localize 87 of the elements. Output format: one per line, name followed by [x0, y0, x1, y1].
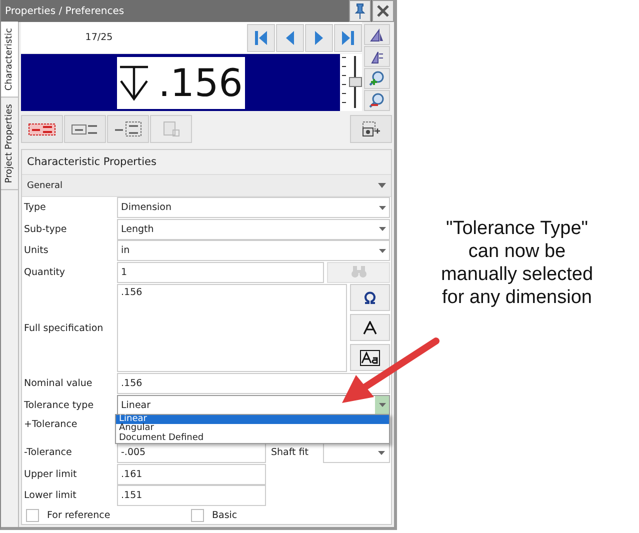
caret-icon: [378, 183, 386, 188]
font-size-button[interactable]: [350, 344, 390, 371]
annotation-text: "Tolerance Type": [445, 217, 589, 240]
field-label: Sub-type: [23, 224, 68, 235]
last-button[interactable]: [334, 24, 362, 52]
rotate-button[interactable]: [364, 24, 390, 45]
slider-thumb[interactable]: [349, 77, 362, 87]
checkbox[interactable]: [191, 508, 204, 522]
first-button[interactable]: [247, 24, 275, 52]
annotation-text: manually selected: [440, 263, 594, 286]
checkbox-label: For reference: [47, 510, 110, 520]
dropdown-field[interactable]: in: [117, 240, 390, 262]
field-label: +Tolerance: [23, 419, 78, 430]
window-title: Properties / Preferences: [4, 6, 126, 16]
caret-icon: [378, 227, 386, 232]
triangle-icon: [369, 26, 385, 42]
field-label: Shaft fit: [270, 447, 310, 458]
pin-button[interactable]: [349, 0, 371, 22]
dropdown-option[interactable]: Document Defined: [116, 434, 389, 443]
pin-icon: [354, 3, 366, 19]
tolerance-format-icon: [114, 121, 142, 137]
first-icon: [254, 30, 268, 46]
dropdown-option[interactable]: Angular: [116, 424, 389, 434]
previous-button[interactable]: [276, 24, 304, 52]
close-icon: [377, 5, 389, 17]
group-header[interactable]: General: [22, 175, 391, 197]
dropdown-field[interactable]: Length: [117, 218, 390, 240]
flip-button[interactable]: [364, 46, 390, 67]
checkbox[interactable]: [26, 508, 39, 522]
field-value: Linear: [121, 400, 151, 411]
format-button[interactable]: [21, 115, 63, 143]
input-field[interactable]: .161: [117, 464, 266, 485]
section-header: Characteristic Properties: [22, 150, 391, 175]
format-button[interactable]: [64, 115, 106, 143]
input-field[interactable]: .156: [117, 373, 390, 394]
omega-icon: [363, 290, 377, 304]
field-label: Full specification: [23, 322, 104, 334]
frame-icon: [161, 120, 181, 138]
capture-button[interactable]: [350, 115, 392, 143]
field-label: Lower limit: [23, 490, 78, 502]
caret-icon: [378, 248, 386, 253]
input-field[interactable]: 1: [117, 262, 324, 283]
dropdown-field[interactable]: Dimension: [117, 197, 390, 218]
preview-value: .156: [158, 64, 243, 102]
close-button[interactable]: [372, 0, 394, 22]
field-value: in: [121, 245, 130, 256]
zoom-out-icon: [369, 92, 385, 108]
field-value: Dimension: [121, 202, 172, 214]
field-label: Type: [23, 202, 47, 214]
symbol-button[interactable]: [350, 284, 390, 311]
dropdown-field[interactable]: [323, 442, 390, 464]
binoculars-icon: [350, 265, 366, 280]
zoom-in-icon: [369, 70, 385, 86]
annotation-text: can now be: [467, 240, 567, 263]
camera-plus-icon: [361, 120, 381, 138]
text-area[interactable]: .156: [117, 284, 347, 372]
dropdown-field[interactable]: Linear: [117, 394, 390, 416]
side-tab[interactable]: Characteristic: [1, 22, 18, 98]
right-arrow-icon: [314, 30, 324, 46]
field-label: Tolerance type: [23, 400, 95, 411]
tolerance-format-icon: [28, 121, 56, 137]
field-label: Quantity: [23, 266, 66, 278]
field-label: Units: [23, 245, 50, 256]
checkbox-label: Basic: [212, 510, 238, 520]
font-button[interactable]: [350, 314, 390, 341]
group-label: General: [27, 180, 62, 190]
caret-icon: [378, 450, 385, 455]
field-label: Upper limit: [23, 468, 78, 480]
zoom-out-button[interactable]: [364, 90, 390, 111]
next-button[interactable]: [305, 24, 333, 52]
field-label: -Tolerance: [23, 447, 73, 458]
left-arrow-icon: [285, 30, 295, 46]
depth-symbol-icon: [118, 64, 150, 100]
caret-icon: [378, 206, 386, 210]
annotation-text: for any dimension: [441, 286, 593, 309]
letters-icon: [360, 350, 380, 366]
dropdown-option[interactable]: Linear: [116, 414, 389, 424]
page-counter: 17/25: [84, 32, 114, 43]
input-field[interactable]: -.005: [117, 442, 266, 464]
field-value: Length: [121, 224, 154, 235]
last-icon: [341, 30, 355, 46]
caret-icon: [378, 403, 386, 408]
letter-a-icon: [363, 320, 377, 334]
input-field[interactable]: .151: [117, 485, 266, 506]
format-button[interactable]: [107, 115, 149, 143]
field-label: Nominal value: [23, 378, 94, 390]
zoom-in-button[interactable]: [364, 68, 390, 89]
